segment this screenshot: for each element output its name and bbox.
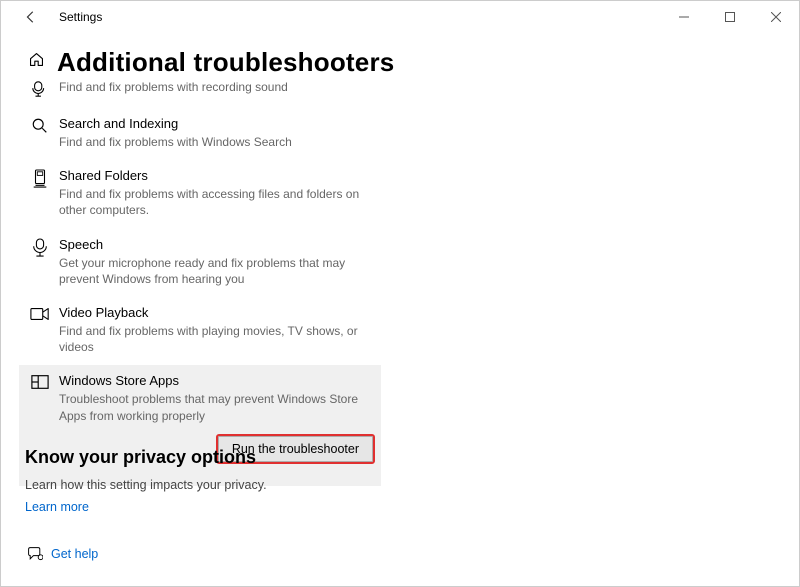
troubleshooter-video-playback[interactable]: Video Playback Find and fix problems wit… [19, 297, 381, 365]
home-row [26, 51, 46, 68]
troubleshooter-desc: Find and fix problems with recording sou… [59, 79, 375, 95]
troubleshooter-name: Windows Store Apps [59, 373, 375, 388]
troubleshooter-desc: Troubleshoot problems that may prevent W… [59, 391, 375, 423]
privacy-subtext: Learn how this setting impacts your priv… [25, 478, 267, 492]
troubleshooter-desc: Find and fix problems with accessing fil… [59, 186, 375, 218]
search-icon [25, 116, 55, 150]
troubleshooter-name: Speech [59, 237, 375, 252]
troubleshooter-name: Search and Indexing [59, 116, 375, 131]
home-button[interactable] [26, 51, 46, 68]
troubleshooter-desc: Get your microphone ready and fix proble… [59, 255, 375, 287]
video-icon [25, 305, 55, 355]
troubleshooter-list: Find and fix problems with recording sou… [19, 77, 381, 486]
get-help-row: Get help [25, 546, 98, 562]
apps-icon [25, 373, 55, 423]
back-button[interactable] [19, 10, 43, 24]
troubleshooter-search[interactable]: Search and Indexing Find and fix problem… [19, 108, 381, 160]
privacy-section: Know your privacy options Learn how this… [25, 447, 267, 514]
troubleshooter-name: Video Playback [59, 305, 375, 320]
learn-more-link[interactable]: Learn more [25, 500, 267, 514]
maximize-button[interactable] [707, 1, 753, 33]
close-icon [771, 12, 781, 22]
privacy-heading: Know your privacy options [25, 447, 267, 468]
minimize-button[interactable] [661, 1, 707, 33]
help-icon [25, 546, 45, 562]
page-title: Additional troubleshooters [57, 47, 394, 78]
microphone-badge-icon [25, 79, 55, 98]
window-title: Settings [59, 10, 102, 24]
troubleshooter-desc: Find and fix problems with Windows Searc… [59, 134, 375, 150]
troubleshooter-speech[interactable]: Speech Get your microphone ready and fix… [19, 229, 381, 297]
microphone-icon [25, 237, 55, 287]
troubleshooter-shared-folders[interactable]: Shared Folders Find and fix problems wit… [19, 160, 381, 228]
troubleshooter-recording[interactable]: Find and fix problems with recording sou… [19, 77, 381, 108]
window-controls [661, 1, 799, 33]
maximize-icon [725, 12, 735, 22]
computer-icon [25, 168, 55, 218]
home-icon [28, 51, 45, 68]
arrow-left-icon [24, 10, 38, 24]
get-help-link[interactable]: Get help [51, 547, 98, 561]
troubleshooter-desc: Find and fix problems with playing movie… [59, 323, 375, 355]
troubleshooter-name: Shared Folders [59, 168, 375, 183]
close-button[interactable] [753, 1, 799, 33]
minimize-icon [679, 12, 689, 22]
troubleshooter-store-apps[interactable]: Windows Store Apps Troubleshoot problems… [19, 365, 381, 433]
